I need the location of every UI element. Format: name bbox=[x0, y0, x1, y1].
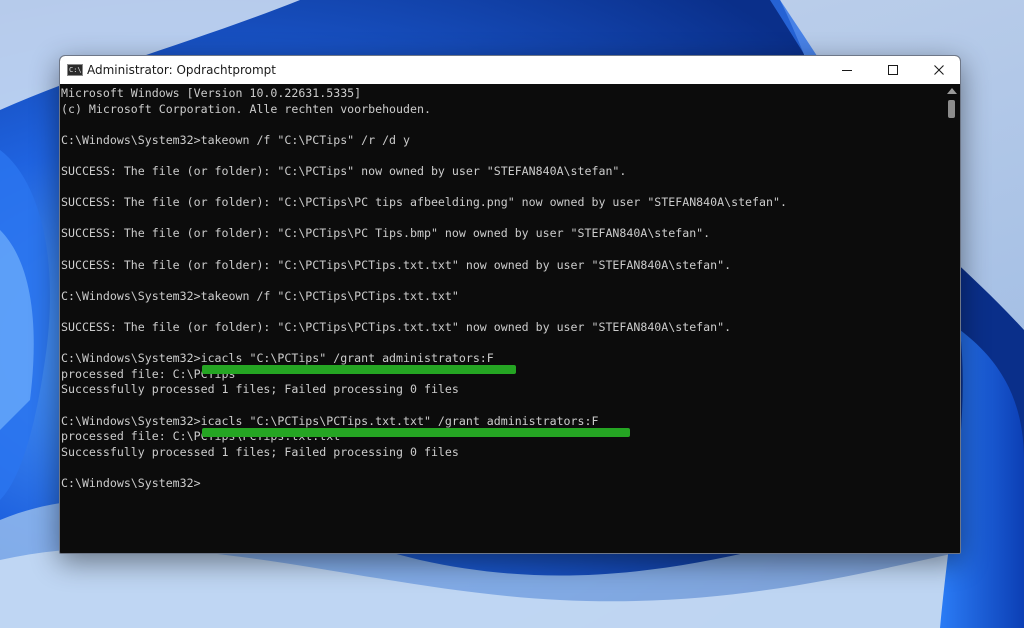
console-line: SUCCESS: The file (or folder): "C:\PCTip… bbox=[61, 257, 732, 272]
console-line: (c) Microsoft Corporation. Alle rechten … bbox=[61, 101, 431, 116]
command-prompt-window[interactable]: C:\ Administrator: Opdrachtprompt Micros… bbox=[59, 55, 961, 554]
highlight-marker bbox=[202, 365, 516, 374]
console-line: SUCCESS: The file (or folder): "C:\PCTip… bbox=[61, 320, 732, 334]
close-icon bbox=[934, 65, 944, 75]
window-title: Administrator: Opdrachtprompt bbox=[87, 63, 276, 77]
scrollbar-thumb[interactable] bbox=[948, 100, 955, 118]
maximize-button[interactable] bbox=[870, 56, 916, 84]
minimize-icon bbox=[842, 70, 852, 71]
cmd-icon: C:\ bbox=[67, 64, 83, 76]
console-line: Successfully processed 1 files; Failed p… bbox=[61, 444, 459, 459]
console-output[interactable]: Microsoft Windows [Version 10.0.22631.53… bbox=[60, 84, 944, 553]
vertical-scrollbar[interactable] bbox=[944, 84, 960, 553]
console-line: SUCCESS: The file (or folder): "C:\PCTip… bbox=[61, 164, 627, 178]
maximize-icon bbox=[888, 65, 898, 75]
console-line: C:\Windows\System32>takeown /f "C:\PCTip… bbox=[61, 288, 459, 303]
highlight-marker bbox=[202, 428, 630, 437]
console-line: SUCCESS: The file (or folder): "C:\PCTip… bbox=[61, 195, 787, 210]
console-line: C:\Windows\System32>takeown /f "C:\PCTip… bbox=[61, 132, 411, 147]
console-line: C:\Windows\System32>icacls "C:\PCTips\PC… bbox=[61, 413, 599, 428]
console-line: C:\Windows\System32>icacls "C:\PCTips" /… bbox=[61, 351, 494, 366]
console-line: SUCCESS: The file (or folder): "C:\PCTip… bbox=[61, 226, 711, 241]
close-button[interactable] bbox=[916, 56, 960, 84]
console-line: C:\Windows\System32> bbox=[61, 476, 201, 490]
title-bar[interactable]: C:\ Administrator: Opdrachtprompt bbox=[60, 56, 960, 84]
scroll-up-icon[interactable] bbox=[947, 88, 957, 94]
console-line: Successfully processed 1 files; Failed p… bbox=[61, 382, 459, 397]
console-line: Microsoft Windows [Version 10.0.22631.53… bbox=[61, 86, 362, 100]
minimize-button[interactable] bbox=[824, 56, 870, 84]
